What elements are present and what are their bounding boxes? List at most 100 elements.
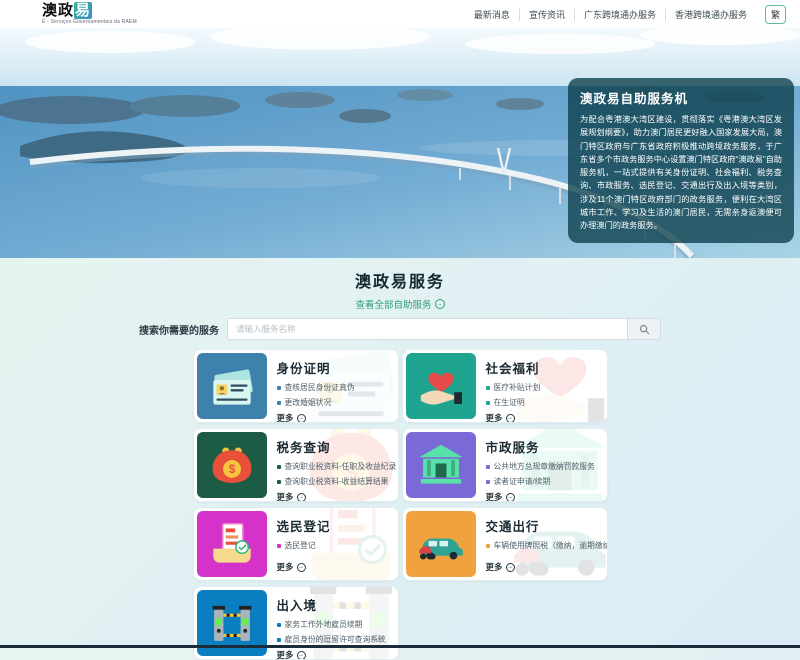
bullet-marker — [486, 480, 490, 484]
service-item-list: 查询职业税资料-任职及收益纪录查询职业税资料-收益结算结果 — [277, 461, 391, 491]
service-item-label: 选民登记 — [285, 540, 316, 551]
view-all-label: 查看全部自助服务 — [355, 297, 431, 311]
service-item[interactable]: 医疗补贴计划 — [486, 382, 600, 393]
more-label: 更多 — [277, 649, 294, 660]
arrow-circle-icon: → — [297, 563, 306, 572]
service-card[interactable]: 身份证明 查核居民身份证真伪更改婚姻状况 更多 → — [193, 349, 399, 423]
service-card-title: 选民登记 — [277, 516, 391, 535]
arrow-circle-icon: → — [506, 493, 515, 502]
nav-guangdong-crossborder[interactable]: 广东跨境通办服务 — [574, 8, 665, 21]
service-item-label: 医疗补贴计划 — [494, 382, 541, 393]
service-card-title: 市政服务 — [486, 437, 600, 456]
service-card[interactable]: 社会福利 医疗补贴计划在生证明 更多 → — [402, 349, 608, 423]
service-item-label: 家务工作外地雇员续期 — [285, 619, 363, 630]
bullet-marker — [486, 386, 490, 390]
more-link[interactable]: 更多 → — [277, 491, 391, 502]
service-card-title: 交通出行 — [486, 516, 600, 535]
more-link[interactable]: 更多 → — [277, 561, 391, 573]
service-item-label: 公共地方总规章缴纳罚款服务 — [494, 461, 595, 472]
service-card[interactable]: 选民登记 选民登记 更多 → — [193, 507, 399, 581]
bullet-marker — [277, 480, 281, 484]
service-item[interactable]: 车辆使用牌照税（缴纳，逾期缴纳） — [486, 540, 600, 551]
service-item[interactable]: 查核居民身份证真伪 — [277, 382, 391, 393]
more-link[interactable]: 更多 → — [277, 412, 391, 423]
service-item[interactable]: 雇员身份的逗留许可查询系统 — [277, 634, 391, 645]
svg-text:$: $ — [228, 463, 235, 476]
more-link[interactable]: 更多 → — [486, 561, 600, 573]
search-input[interactable] — [227, 318, 627, 340]
language-toggle-button[interactable]: 繁 — [765, 5, 786, 24]
logo-title: 澳政易 — [42, 3, 137, 18]
service-card[interactable]: 市政服务 公共地方总规章缴纳罚款服务读者证申请/续期 更多 → — [402, 428, 608, 502]
service-card-title: 社会福利 — [486, 358, 600, 377]
service-item[interactable]: 查询职业税资料-任职及收益纪录 — [277, 461, 391, 472]
bullet-marker — [486, 401, 490, 405]
bullet-marker — [277, 623, 281, 627]
section-title: 澳政易服务 — [0, 268, 800, 292]
services-section: 澳政易服务 查看全部自助服务 → 搜索你需要的服务 身份证明 查核居民身份证真伪… — [0, 258, 800, 660]
bullet-marker — [277, 401, 281, 405]
service-item-label: 更改婚姻状况 — [285, 397, 332, 408]
nav-promo-info[interactable]: 宣传资讯 — [519, 8, 574, 21]
arrow-circle-icon: → — [506, 414, 515, 423]
site-logo[interactable]: 澳政易 E - Serviços Governamentais da RAEM — [14, 3, 137, 25]
service-item[interactable]: 读者证申请/续期 — [486, 476, 600, 487]
bullet-marker — [486, 544, 490, 548]
service-card-title: 身份证明 — [277, 358, 391, 377]
hero-overlay-body: 为配合粤港澳大湾区建设，贯彻落实《粤港澳大湾区发展规划纲要》，助力澳门居民更好融… — [580, 113, 782, 233]
purse-icon: $ — [197, 432, 267, 498]
service-item-list: 车辆使用牌照税（缴纳，逾期缴纳） — [486, 540, 600, 561]
bullet-marker — [486, 465, 490, 469]
hand-heart-icon — [406, 353, 476, 419]
service-card-title: 出入境 — [277, 595, 391, 614]
service-item[interactable]: 家务工作外地雇员续期 — [277, 619, 391, 630]
bullet-marker — [277, 638, 281, 642]
more-link[interactable]: 更多 → — [486, 412, 600, 423]
arrow-circle-icon: → — [435, 299, 445, 309]
service-item-label: 在生证明 — [494, 397, 525, 408]
top-nav: 最新消息 宣传资讯 广东跨境通办服务 香港跨境通办服务 繁 — [465, 5, 786, 24]
search-button[interactable] — [627, 318, 661, 340]
vehicles-icon — [406, 511, 476, 577]
more-label: 更多 — [486, 412, 503, 423]
arrow-circle-icon: → — [297, 493, 306, 502]
service-card-title: 税务查询 — [277, 437, 391, 456]
service-item-label: 查询职业税资料-收益结算结果 — [285, 476, 389, 487]
hero-overlay-title: 澳政易自助服务机 — [580, 88, 782, 107]
service-card[interactable]: 交通出行 车辆使用牌照税（缴纳，逾期缴纳） 更多 → — [402, 507, 608, 581]
service-item-list: 医疗补贴计划在生证明 — [486, 382, 600, 412]
service-item[interactable]: 选民登记 — [277, 540, 391, 551]
logo-yi-mark: 易 — [74, 2, 92, 19]
service-item-label: 查询职业税资料-任职及收益纪录 — [285, 461, 397, 472]
hero-banner: 澳政易自助服务机 为配合粤港澳大湾区建设，贯彻落实《粤港澳大湾区发展规划纲要》，… — [0, 28, 800, 258]
service-item[interactable]: 公共地方总规章缴纳罚款服务 — [486, 461, 600, 472]
service-item-label: 车辆使用牌照税（缴纳，逾期缴纳） — [494, 540, 608, 551]
bank-icon — [406, 432, 476, 498]
service-item[interactable]: 在生证明 — [486, 397, 600, 408]
service-item-label: 读者证申请/续期 — [494, 476, 551, 487]
logo-tagline: E - Serviços Governamentais da RAEM — [42, 20, 137, 25]
more-link[interactable]: 更多 → — [486, 491, 600, 502]
bullet-marker — [277, 386, 281, 390]
view-all-services-link[interactable]: 查看全部自助服务 → — [0, 297, 800, 311]
arrow-circle-icon: → — [297, 651, 306, 660]
services-grid: 身份证明 查核居民身份证真伪更改婚姻状况 更多 → 社会福利 医疗补贴计划在生证… — [193, 349, 608, 660]
service-item-label: 查核居民身份证真伪 — [285, 382, 355, 393]
nav-hongkong-crossborder[interactable]: 香港跨境通办服务 — [665, 8, 756, 21]
search-label: 搜索你需要的服务 — [139, 322, 219, 337]
service-card[interactable]: $ 税务查询 查询职业税资料-任职及收益纪录查询职业税资料-收益结算结果 更多 … — [193, 428, 399, 502]
service-item-list: 选民登记 — [277, 540, 391, 561]
bullet-marker — [277, 465, 281, 469]
header: 澳政易 E - Serviços Governamentais da RAEM … — [0, 0, 800, 28]
more-link[interactable]: 更多 → — [277, 649, 391, 660]
nav-latest-news[interactable]: 最新消息 — [465, 8, 519, 21]
service-item-label: 雇员身份的逗留许可查询系统 — [285, 634, 386, 645]
bullet-marker — [277, 544, 281, 548]
service-card[interactable]: 出入境 家务工作外地雇员续期雇员身份的逗留许可查询系统 更多 → — [193, 586, 399, 660]
service-item[interactable]: 更改婚姻状况 — [277, 397, 391, 408]
more-label: 更多 — [277, 561, 294, 573]
service-item[interactable]: 查询职业税资料-收益结算结果 — [277, 476, 391, 487]
more-label: 更多 — [277, 412, 294, 423]
id-card-icon — [197, 353, 267, 419]
service-search: 搜索你需要的服务 — [0, 318, 800, 340]
